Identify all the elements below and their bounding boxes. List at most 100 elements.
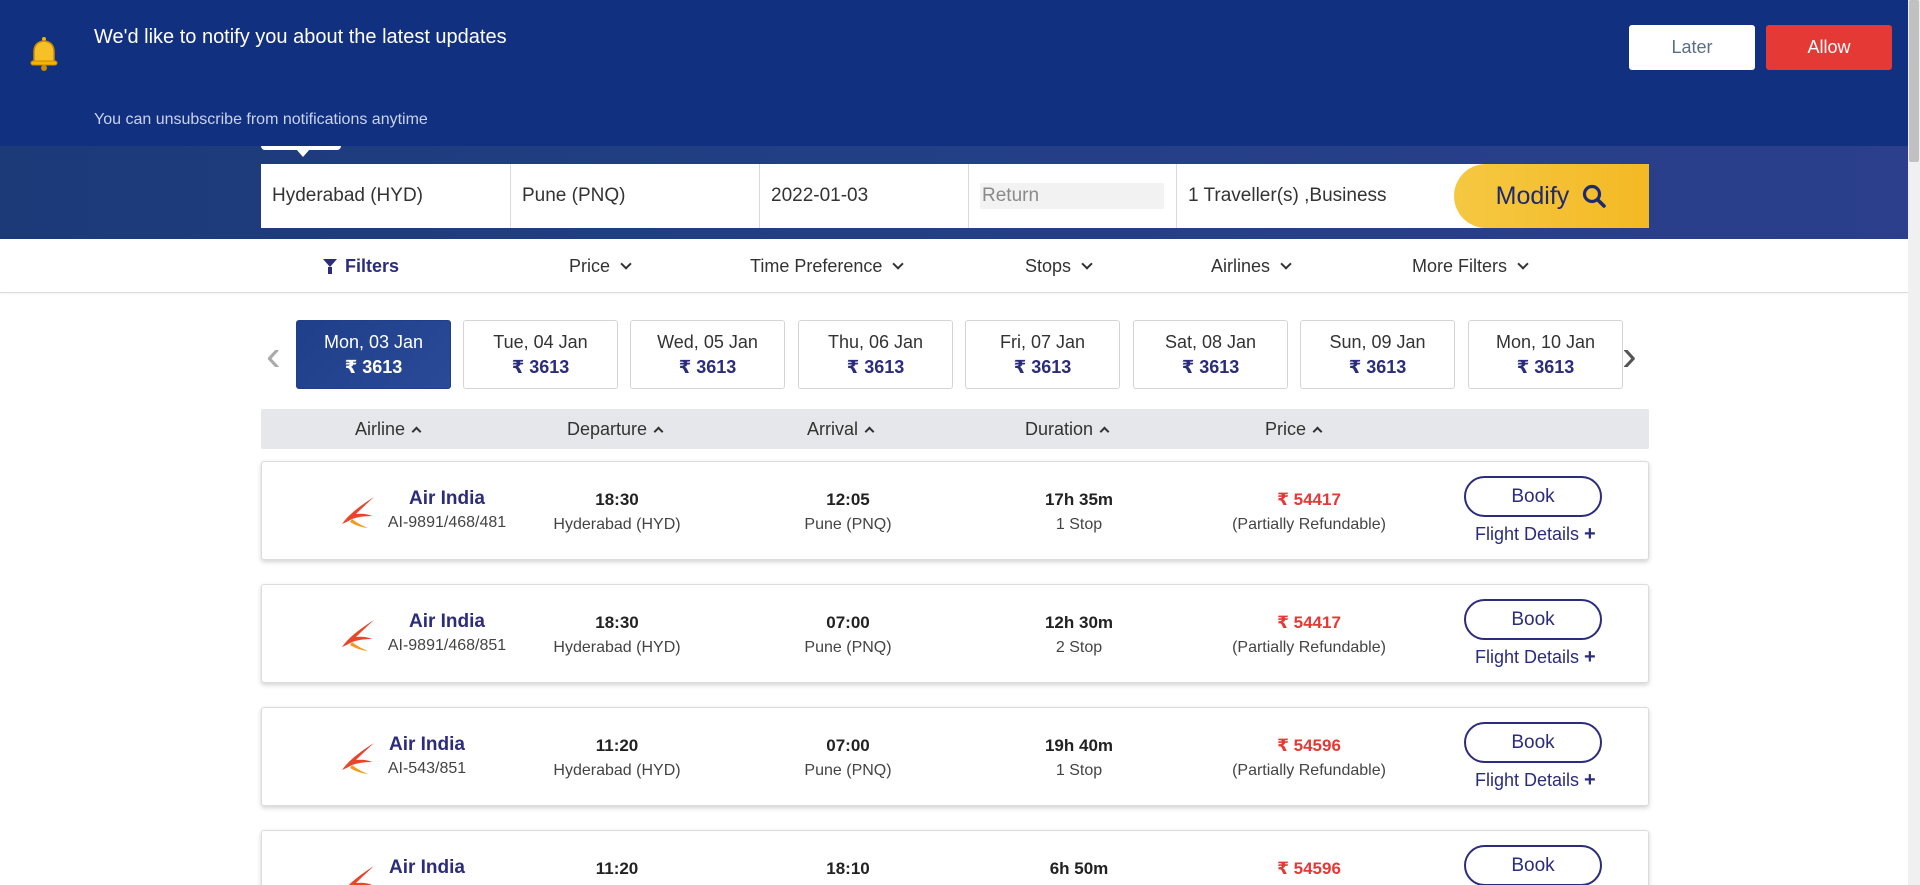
- date-price: ₹ 3613: [846, 357, 905, 377]
- flight-details-label: Flight Details: [1475, 524, 1580, 544]
- airline-name: Air India: [388, 857, 465, 878]
- filter-airlines-label: Airlines: [1211, 255, 1271, 276]
- book-button[interactable]: Book: [1464, 845, 1602, 885]
- modify-label: Modify: [1495, 181, 1570, 210]
- date-card[interactable]: Mon, 10 Jan ₹ 3613: [1468, 320, 1623, 389]
- date-card[interactable]: Sat, 08 Jan ₹ 3613: [1133, 320, 1288, 389]
- date-price: ₹ 3613: [511, 357, 570, 377]
- sort-arrival[interactable]: Arrival: [807, 409, 875, 449]
- departure-time: 11:20: [595, 736, 639, 755]
- duration: 19h 40m: [1044, 736, 1114, 755]
- arrival-info: 12:05 Pune (PNQ): [768, 462, 928, 534]
- modify-button[interactable]: Modify: [1454, 164, 1649, 228]
- chevron-down-icon: [892, 258, 905, 270]
- date-card[interactable]: Wed, 05 Jan ₹ 3613: [630, 320, 785, 389]
- flight-result-card: Air India AI-543/851 11:20 Hyderabad (HY…: [261, 707, 1649, 806]
- search-bar: Hyderabad (HYD) Pune (PNQ) 2022-01-03 Re…: [261, 164, 1649, 228]
- airline-name: Air India: [388, 734, 465, 755]
- sort-airline-label: Airline: [355, 418, 406, 439]
- sort-airline[interactable]: Airline: [355, 409, 422, 449]
- date-card[interactable]: Thu, 06 Jan ₹ 3613: [798, 320, 953, 389]
- flight-price: ₹ 54596: [1277, 859, 1341, 878]
- sort-header: Airline Departure Arrival Duration Price: [261, 409, 1649, 449]
- return-date-field[interactable]: Return: [969, 164, 1177, 228]
- flight-results-page: Hyderabad (HYD) Pune (PNQ) 2022-01-03 Re…: [0, 0, 1920, 885]
- date-label: Wed, 05 Jan: [657, 332, 758, 352]
- departure-time: 11:20: [595, 859, 639, 878]
- date-card[interactable]: Tue, 04 Jan ₹ 3613: [463, 320, 618, 389]
- filters-label: Filters: [345, 255, 400, 276]
- plus-icon: +: [1584, 523, 1596, 545]
- departure-info: 11:20: [522, 831, 712, 879]
- chevron-up-icon: [864, 426, 875, 436]
- book-button[interactable]: Book: [1464, 599, 1602, 640]
- date-label: Mon, 03 Jan: [323, 332, 424, 352]
- date-card[interactable]: Fri, 07 Jan ₹ 3613: [965, 320, 1120, 389]
- stops: 1 Stop: [1055, 762, 1103, 779]
- departure-city: Hyderabad (HYD): [553, 762, 681, 779]
- filters-bar: Filters Price Time Preference Stops Airl…: [0, 239, 1908, 293]
- search-icon: [1583, 184, 1607, 208]
- price-info: ₹ 54596: [1204, 831, 1414, 879]
- to-field[interactable]: Pune (PNQ): [511, 164, 760, 228]
- return-placeholder: Return: [980, 183, 1164, 209]
- airline-name: Air India: [408, 611, 485, 632]
- duration-info: 6h 50m: [994, 831, 1164, 879]
- departure-date-field[interactable]: 2022-01-03: [760, 164, 969, 228]
- duration: 17h 35m: [1044, 490, 1114, 509]
- filter-more[interactable]: More Filters: [1412, 239, 1529, 293]
- arrival-city: Pune (PNQ): [804, 639, 892, 656]
- chevron-down-icon: [1517, 258, 1529, 270]
- date-label: Sat, 08 Jan: [1164, 332, 1257, 352]
- flight-details-link[interactable]: Flight Details +: [1475, 769, 1596, 792]
- date-label: Mon, 10 Jan: [1495, 332, 1596, 352]
- flight-details-link[interactable]: Flight Details +: [1475, 523, 1596, 546]
- date-label: Tue, 04 Jan: [493, 332, 588, 352]
- filter-price[interactable]: Price: [569, 239, 632, 293]
- date-card[interactable]: Mon, 03 Jan ₹ 3613: [296, 320, 451, 389]
- date-price: ₹ 3613: [1181, 357, 1240, 377]
- scrollbar-thumb[interactable]: [1909, 0, 1919, 162]
- filter-airlines[interactable]: Airlines: [1211, 239, 1292, 293]
- flight-number: AI-543/851: [387, 760, 467, 777]
- flight-price: ₹ 54417: [1277, 613, 1341, 632]
- next-dates-arrow[interactable]: ›: [1622, 330, 1637, 382]
- filter-more-label: More Filters: [1412, 255, 1508, 276]
- departure-city: Hyderabad (HYD): [553, 639, 681, 656]
- flight-details-label: Flight Details: [1475, 647, 1580, 667]
- previous-dates-arrow[interactable]: ‹: [266, 330, 281, 382]
- filter-time-preference[interactable]: Time Preference: [750, 239, 905, 293]
- book-button[interactable]: Book: [1464, 722, 1602, 763]
- flight-result-card: Air India 11:20 18:10 6h 50m ₹ 54596 Boo…: [261, 830, 1649, 885]
- flight-number: AI-9891/468/481: [387, 514, 507, 531]
- price-info: ₹ 54417 (Partially Refundable): [1204, 462, 1414, 534]
- sort-price[interactable]: Price: [1265, 409, 1323, 449]
- duration-info: 19h 40m 1 Stop: [994, 708, 1164, 780]
- flight-result-card: Air India AI-9891/468/481 18:30 Hyderaba…: [261, 461, 1649, 560]
- date-price: ₹ 3613: [1348, 357, 1407, 377]
- notification-title: We'd like to notify you about the latest…: [94, 26, 507, 48]
- later-button[interactable]: Later: [1629, 25, 1755, 70]
- filters-button[interactable]: Filters: [323, 239, 399, 293]
- sort-duration[interactable]: Duration: [1025, 409, 1110, 449]
- allow-button[interactable]: Allow: [1766, 25, 1892, 70]
- sort-departure[interactable]: Departure: [567, 409, 664, 449]
- bell-icon: [30, 37, 58, 71]
- flight-details-link[interactable]: Flight Details +: [1475, 646, 1596, 669]
- date-price: ₹ 3613: [1013, 357, 1072, 377]
- refund-status: (Partially Refundable): [1232, 762, 1386, 779]
- book-button[interactable]: Book: [1464, 476, 1602, 517]
- departure-info: 11:20 Hyderabad (HYD): [522, 708, 712, 780]
- date-label: Sun, 09 Jan: [1329, 332, 1426, 352]
- refund-status: (Partially Refundable): [1232, 516, 1386, 533]
- date-price: ₹ 3613: [1516, 357, 1575, 377]
- chevron-down-icon: [1081, 258, 1093, 270]
- from-field[interactable]: Hyderabad (HYD): [261, 164, 511, 228]
- date-label: Fri, 07 Jan: [999, 332, 1086, 352]
- sort-duration-label: Duration: [1025, 418, 1094, 439]
- date-card[interactable]: Sun, 09 Jan ₹ 3613: [1300, 320, 1455, 389]
- duration-info: 17h 35m 1 Stop: [994, 462, 1164, 534]
- filter-stops[interactable]: Stops: [1025, 239, 1093, 293]
- chevron-up-icon: [1312, 426, 1323, 436]
- notification-prompt: We'd like to notify you about the latest…: [0, 0, 1908, 146]
